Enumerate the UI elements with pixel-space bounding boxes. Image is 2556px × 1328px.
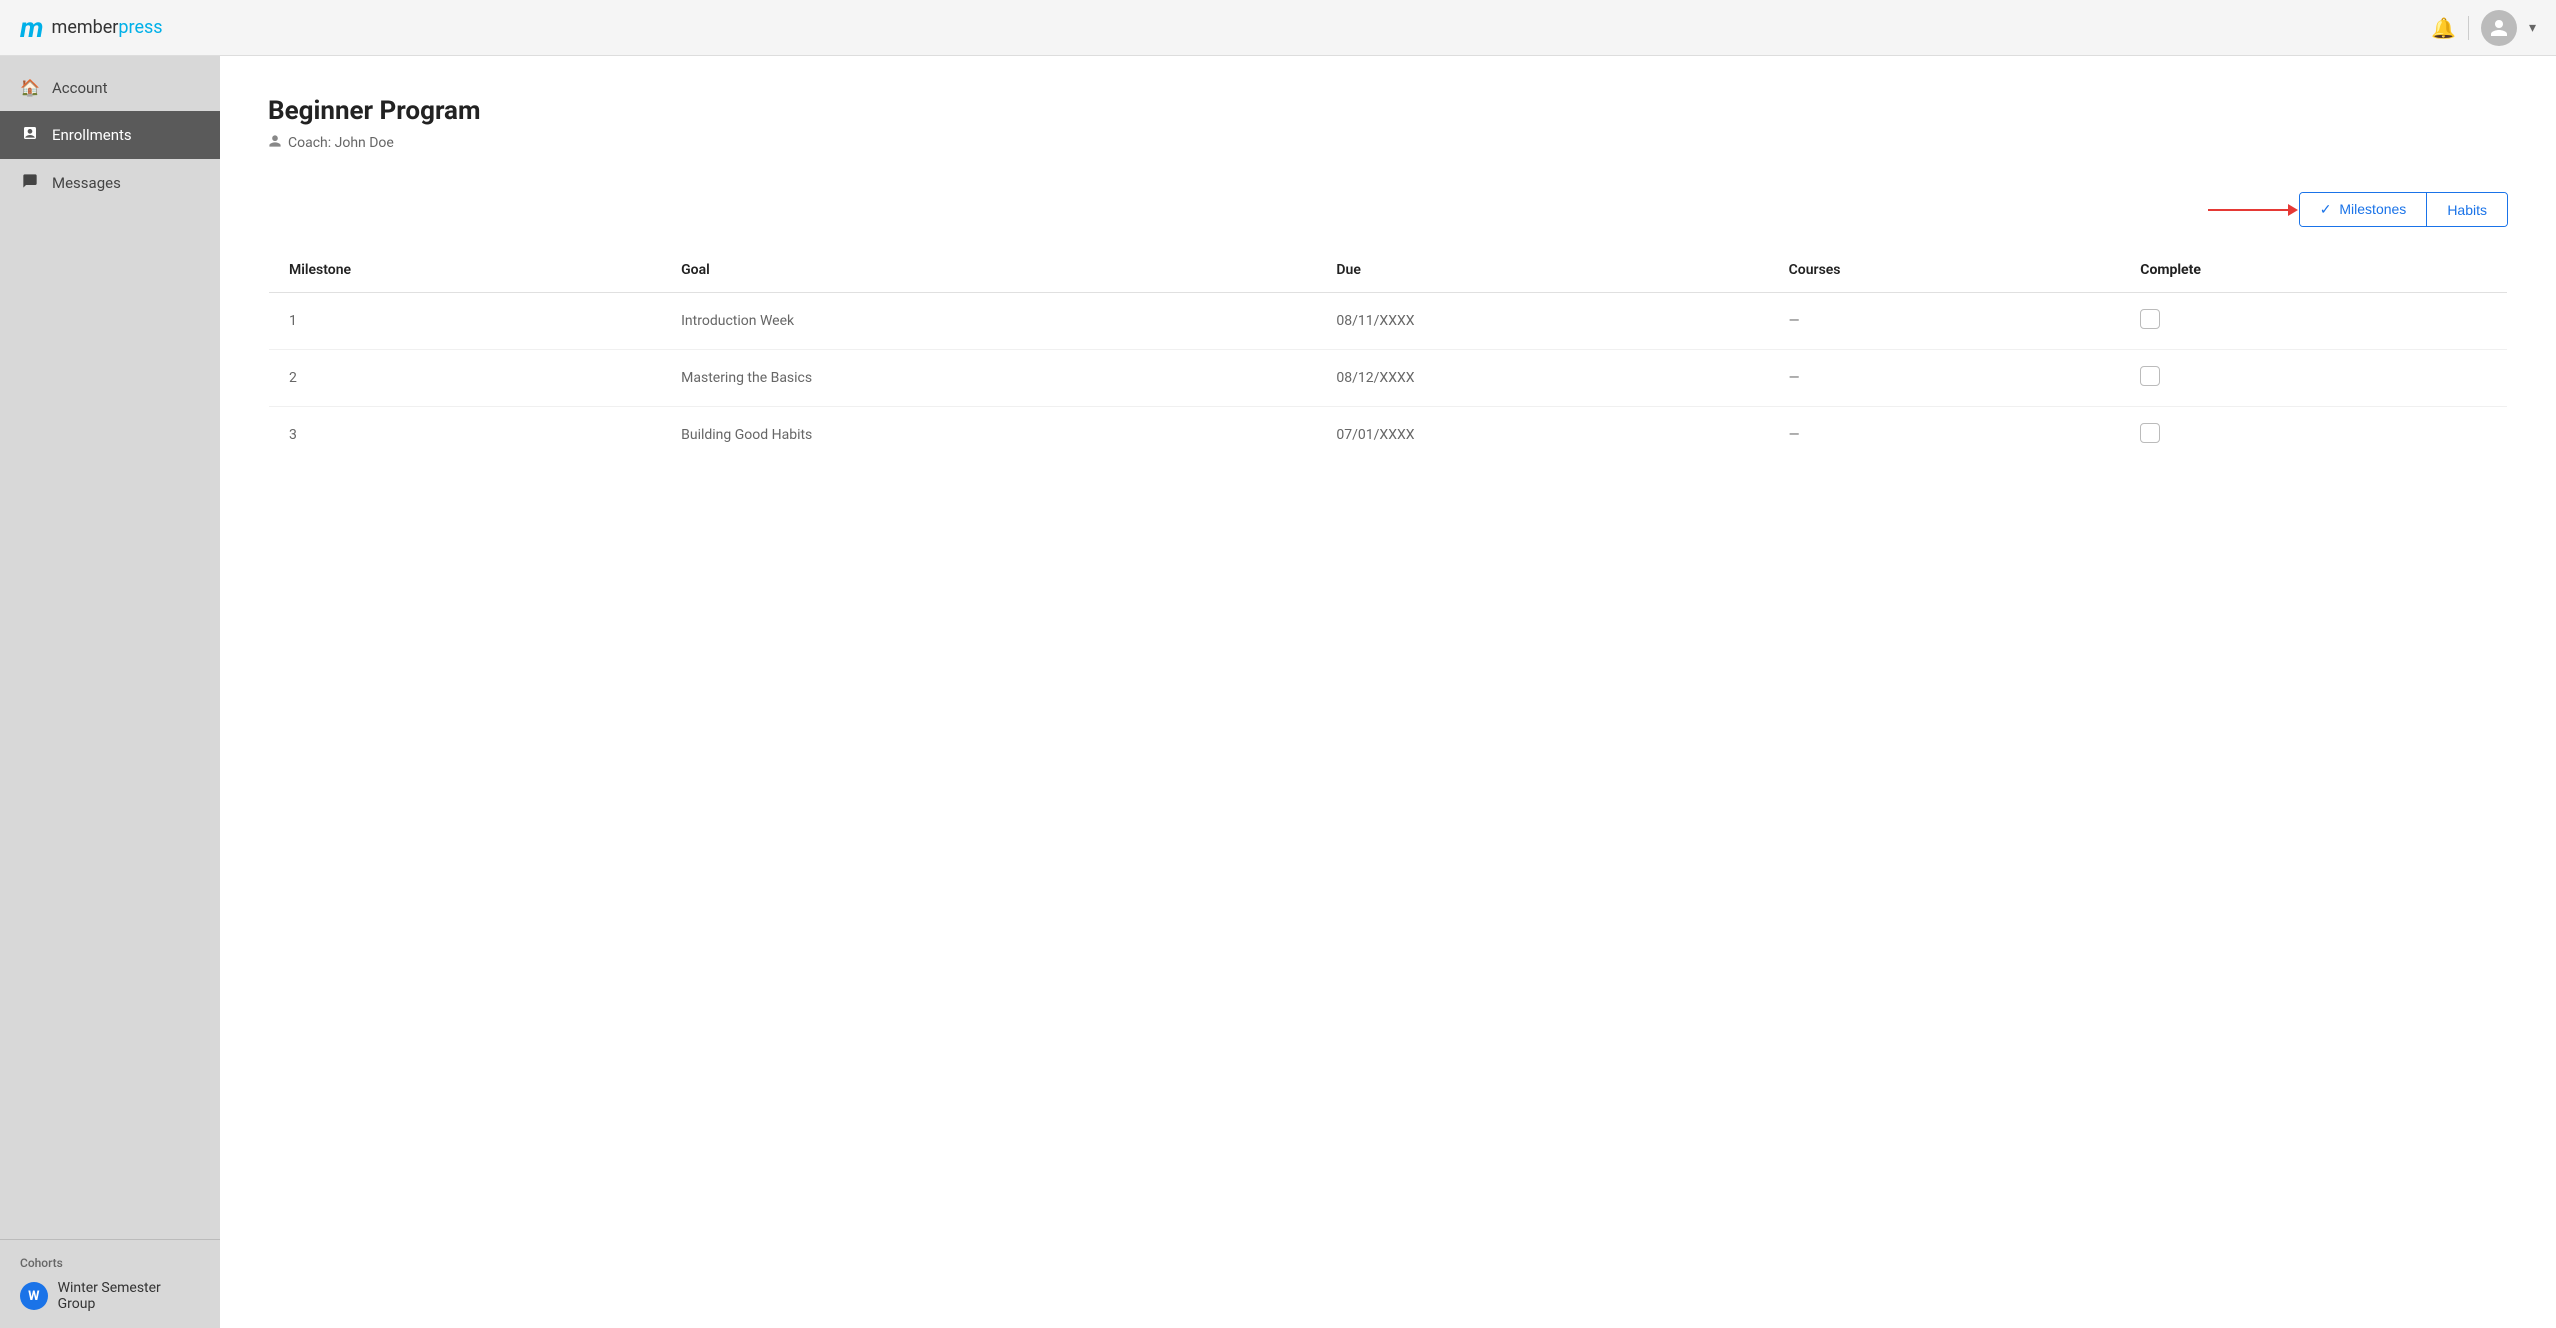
sidebar-item-messages[interactable]: Messages: [0, 159, 220, 207]
col-header-goal: Goal: [661, 248, 1316, 293]
page-title: Beginner Program: [268, 96, 2508, 126]
cell-complete: [2120, 407, 2507, 464]
sidebar-nav: 🏠 Account Enrollments Messages: [0, 64, 220, 1239]
cell-courses: —: [1769, 350, 2121, 407]
home-icon: 🏠: [20, 78, 40, 97]
milestones-table: Milestone Goal Due Courses Complete 1 In…: [268, 247, 2508, 464]
enrollments-icon: [20, 125, 40, 145]
sidebar-item-enrollments[interactable]: Enrollments: [0, 111, 220, 159]
tab-habits[interactable]: Habits: [2427, 193, 2507, 226]
coach-label: Coach: John Doe: [288, 135, 394, 151]
sidebar-item-account[interactable]: 🏠 Account: [0, 64, 220, 111]
table-row: 3 Building Good Habits 07/01/XXXX —: [269, 407, 2508, 464]
cell-milestone: 3: [269, 407, 662, 464]
avatar[interactable]: [2481, 10, 2517, 46]
complete-checkbox[interactable]: [2140, 366, 2160, 386]
cell-due: 08/12/XXXX: [1316, 350, 1768, 407]
chevron-down-icon[interactable]: ▾: [2529, 20, 2536, 36]
col-header-courses: Courses: [1769, 248, 2121, 293]
cell-courses: —: [1769, 407, 2121, 464]
tab-bar: ✓ Milestones Habits: [268, 192, 2508, 227]
sidebar-item-enrollments-label: Enrollments: [52, 126, 132, 144]
col-header-milestone: Milestone: [269, 248, 662, 293]
col-header-complete: Complete: [2120, 248, 2507, 293]
check-icon: ✓: [2320, 201, 2332, 217]
tabs: ✓ Milestones Habits: [2299, 192, 2508, 227]
sidebar-item-messages-label: Messages: [52, 174, 121, 192]
cell-goal: Building Good Habits: [661, 407, 1316, 464]
logo: m memberpress: [20, 11, 163, 44]
cohort-avatar: W: [20, 1282, 48, 1310]
coach-icon: [268, 134, 282, 152]
cell-courses: —: [1769, 293, 2121, 350]
sidebar-item-account-label: Account: [52, 79, 108, 97]
cell-complete: [2120, 293, 2507, 350]
cohorts-label: Cohorts: [20, 1256, 200, 1270]
main-content: Beginner Program Coach: John Doe ✓ Miles…: [220, 56, 2556, 1328]
sidebar-footer: Cohorts W Winter Semester Group: [0, 1239, 220, 1328]
bell-icon[interactable]: 🔔: [2431, 16, 2456, 40]
logo-text: memberpress: [52, 17, 163, 38]
col-header-due: Due: [1316, 248, 1768, 293]
cell-due: 08/11/XXXX: [1316, 293, 1768, 350]
cell-due: 07/01/XXXX: [1316, 407, 1768, 464]
cell-goal: Introduction Week: [661, 293, 1316, 350]
header-right: 🔔 ▾: [2431, 10, 2536, 46]
arrow-line: [2208, 209, 2288, 211]
coach-info: Coach: John Doe: [268, 134, 2508, 152]
header-divider: [2468, 16, 2469, 40]
table-row: 2 Mastering the Basics 08/12/XXXX —: [269, 350, 2508, 407]
cell-complete: [2120, 350, 2507, 407]
table-row: 1 Introduction Week 08/11/XXXX —: [269, 293, 2508, 350]
messages-icon: [20, 173, 40, 193]
arrow-head: [2288, 204, 2298, 216]
cohort-item[interactable]: W Winter Semester Group: [20, 1280, 200, 1312]
complete-checkbox[interactable]: [2140, 423, 2160, 443]
tab-milestones[interactable]: ✓ Milestones: [2300, 193, 2428, 226]
cell-milestone: 2: [269, 350, 662, 407]
app-header: m memberpress 🔔 ▾: [0, 0, 2556, 56]
complete-checkbox[interactable]: [2140, 309, 2160, 329]
cohort-name: Winter Semester Group: [58, 1280, 200, 1312]
sidebar: 🏠 Account Enrollments Messages Cohorts W…: [0, 56, 220, 1328]
cell-goal: Mastering the Basics: [661, 350, 1316, 407]
arrow-indicator: [2208, 204, 2298, 216]
cell-milestone: 1: [269, 293, 662, 350]
layout: 🏠 Account Enrollments Messages Cohorts W…: [0, 56, 2556, 1328]
logo-icon: m: [20, 11, 44, 44]
